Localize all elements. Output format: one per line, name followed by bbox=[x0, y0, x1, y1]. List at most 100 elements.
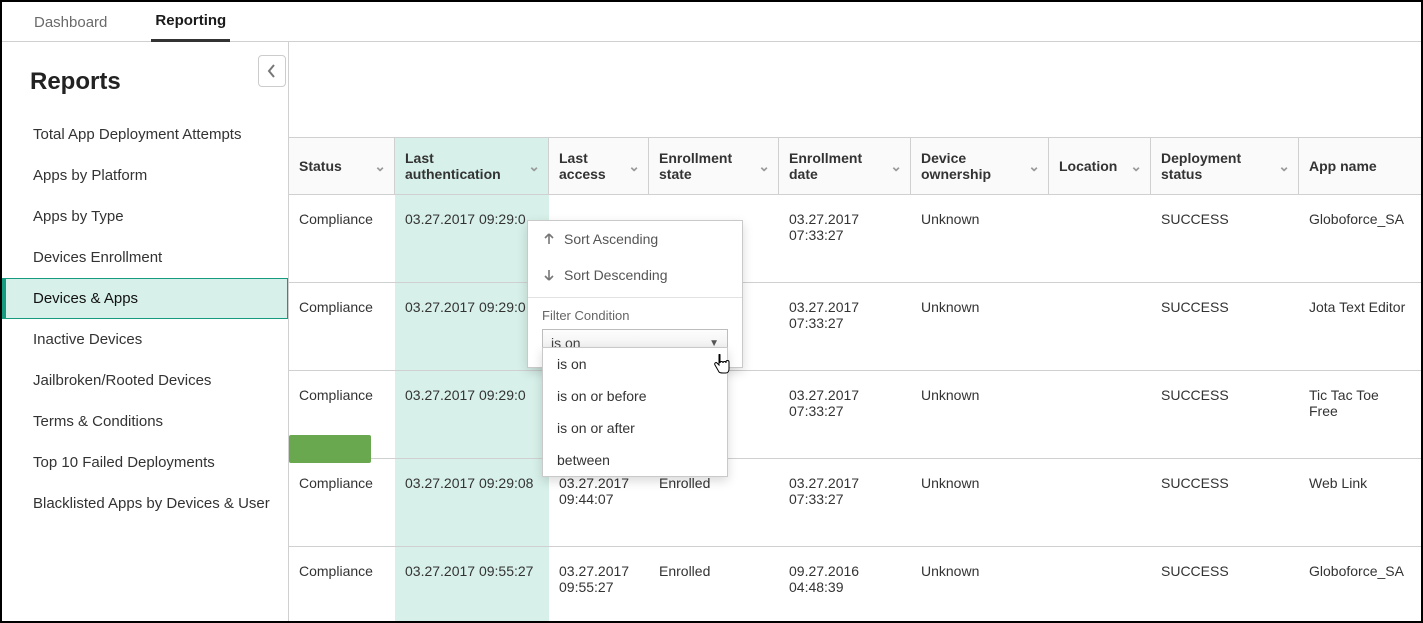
filter-option-is-on[interactable]: is on bbox=[543, 348, 727, 380]
col-header-deployment-status[interactable]: Deployment status⌄ bbox=[1151, 138, 1299, 194]
filter-option-is-on-or-before[interactable]: is on or before bbox=[543, 380, 727, 412]
cell-device-ownership: Unknown bbox=[911, 283, 1049, 370]
table-row: Compliance 03.27.2017 09:29:08 03.27.201… bbox=[289, 459, 1421, 547]
column-filter-popup: Sort Ascending Sort Descending Filter Co… bbox=[527, 220, 743, 368]
sidebar-item-devices-enrollment[interactable]: Devices Enrollment bbox=[2, 237, 288, 278]
chevron-down-icon: ⌄ bbox=[628, 158, 640, 175]
arrow-down-icon bbox=[542, 268, 556, 282]
report-table: Status⌄ Last authentication⌄ Last access… bbox=[289, 137, 1421, 621]
col-header-label: Deployment status bbox=[1161, 150, 1278, 182]
cell-last-authentication: 03.27.2017 09:29:08 bbox=[395, 459, 549, 546]
cell-device-ownership: Unknown bbox=[911, 371, 1049, 458]
sidebar-item-apps-by-type[interactable]: Apps by Type bbox=[2, 196, 288, 237]
sidebar-item-total-app-deployment-attempts[interactable]: Total App Deployment Attempts bbox=[2, 114, 288, 155]
cell-enrollment-date: 03.27.2017 07:33:27 bbox=[779, 459, 911, 546]
col-header-label: Last access bbox=[559, 150, 628, 182]
sidebar-item-apps-by-platform[interactable]: Apps by Platform bbox=[2, 155, 288, 196]
cell-enrollment-date: 03.27.2017 07:33:27 bbox=[779, 283, 911, 370]
col-header-label: Last authentication bbox=[405, 150, 528, 182]
cell-status: Compliance bbox=[289, 195, 395, 282]
cell-app-name: Web Link bbox=[1299, 459, 1417, 546]
sidebar-item-inactive-devices[interactable]: Inactive Devices bbox=[2, 319, 288, 360]
sidebar-item-blacklisted-apps[interactable]: Blacklisted Apps by Devices & User bbox=[2, 483, 288, 524]
cell-deployment-status: SUCCESS bbox=[1151, 195, 1299, 282]
table-row: Compliance 03.27.2017 09:55:27 03.27.201… bbox=[289, 547, 1421, 621]
filter-condition-label: Filter Condition bbox=[528, 298, 742, 329]
chevron-down-icon: ⌄ bbox=[1130, 158, 1142, 175]
cell-device-ownership: Unknown bbox=[911, 459, 1049, 546]
sort-descending-item[interactable]: Sort Descending bbox=[528, 257, 742, 293]
cell-deployment-status: SUCCESS bbox=[1151, 547, 1299, 621]
cell-device-ownership: Unknown bbox=[911, 547, 1049, 621]
col-header-label: Location bbox=[1059, 158, 1117, 174]
cell-enrollment-state: Enrolled bbox=[649, 547, 779, 621]
table-header-row: Status⌄ Last authentication⌄ Last access… bbox=[289, 137, 1421, 195]
arrow-up-icon bbox=[542, 232, 556, 246]
col-header-label: Enrollment date bbox=[789, 150, 890, 182]
sidebar-item-jailbroken-rooted-devices[interactable]: Jailbroken/Rooted Devices bbox=[2, 360, 288, 401]
cell-deployment-status: SUCCESS bbox=[1151, 459, 1299, 546]
cell-deployment-status: SUCCESS bbox=[1151, 283, 1299, 370]
filter-option-is-on-or-after[interactable]: is on or after bbox=[543, 412, 727, 444]
tab-reporting[interactable]: Reporting bbox=[151, 2, 230, 42]
cell-last-authentication: 03.27.2017 09:55:27 bbox=[395, 547, 549, 621]
cell-last-authentication: 03.27.2017 09:29:0 bbox=[395, 283, 549, 370]
cell-location bbox=[1049, 547, 1151, 621]
cell-enrollment-date: 09.27.2016 04:48:39 bbox=[779, 547, 911, 621]
col-header-status[interactable]: Status ⌄ bbox=[289, 138, 395, 194]
col-header-location[interactable]: Location ⌄ bbox=[1049, 138, 1151, 194]
col-header-last-access[interactable]: Last access⌄ bbox=[549, 138, 649, 194]
cell-location bbox=[1049, 195, 1151, 282]
table-row: Compliance 03.27.2017 09:29:0 03.27.2017… bbox=[289, 283, 1421, 371]
cell-deployment-status: SUCCESS bbox=[1151, 371, 1299, 458]
cell-status: Compliance bbox=[289, 283, 395, 370]
cell-last-access: 03.27.2017 09:55:27 bbox=[549, 547, 649, 621]
col-header-enrollment-state[interactable]: Enrollment state⌄ bbox=[649, 138, 779, 194]
cell-app-name: Globoforce_SA bbox=[1299, 547, 1417, 621]
cell-last-authentication: 03.27.2017 09:29:0 bbox=[395, 371, 549, 458]
col-header-enrollment-date[interactable]: Enrollment date⌄ bbox=[779, 138, 911, 194]
cell-device-ownership: Unknown bbox=[911, 195, 1049, 282]
sidebar-item-top-10-failed-deployments[interactable]: Top 10 Failed Deployments bbox=[2, 442, 288, 483]
chevron-left-icon bbox=[266, 64, 278, 78]
table-body: Compliance 03.27.2017 09:29:0 03.27.2017… bbox=[289, 195, 1421, 621]
cell-status: Compliance bbox=[289, 459, 395, 546]
chevron-down-icon: ⌄ bbox=[1278, 158, 1290, 175]
chevron-down-icon: ⌄ bbox=[374, 158, 386, 175]
collapse-sidebar-button[interactable] bbox=[258, 55, 286, 87]
filter-option-between[interactable]: between bbox=[543, 444, 727, 476]
chevron-down-icon: ⌄ bbox=[528, 158, 540, 175]
col-header-app-name[interactable]: App name bbox=[1299, 138, 1417, 194]
cell-app-name: Tic Tac Toe Free bbox=[1299, 371, 1417, 458]
cell-status: Compliance bbox=[289, 547, 395, 621]
col-header-label: Enrollment state bbox=[659, 150, 758, 182]
col-header-device-ownership[interactable]: Device ownership⌄ bbox=[911, 138, 1049, 194]
cell-last-authentication: 03.27.2017 09:29:0 bbox=[395, 195, 549, 282]
cell-enrollment-date: 03.27.2017 07:33:27 bbox=[779, 195, 911, 282]
sidebar-item-devices-and-apps[interactable]: Devices & Apps bbox=[2, 278, 288, 319]
filter-condition-dropdown: is on is on or before is on or after bet… bbox=[542, 347, 728, 477]
chevron-down-icon: ⌄ bbox=[890, 158, 902, 175]
apply-filter-button[interactable] bbox=[289, 435, 371, 463]
sort-ascending-item[interactable]: Sort Ascending bbox=[528, 221, 742, 257]
table-row: Compliance 03.27.2017 09:29:0 03.27.2017… bbox=[289, 195, 1421, 283]
top-tabs: Dashboard Reporting bbox=[2, 2, 1421, 42]
sort-descending-label: Sort Descending bbox=[564, 267, 668, 283]
sidebar-item-terms-and-conditions[interactable]: Terms & Conditions bbox=[2, 401, 288, 442]
cell-app-name: Globoforce_SA bbox=[1299, 195, 1417, 282]
col-header-label: Status bbox=[299, 158, 342, 174]
cell-location bbox=[1049, 459, 1151, 546]
col-header-last-authentication[interactable]: Last authentication⌄ bbox=[395, 138, 549, 194]
col-header-label: Device ownership bbox=[921, 150, 1028, 182]
sidebar-title: Reports bbox=[2, 68, 288, 114]
cell-app-name: Jota Text Editor bbox=[1299, 283, 1417, 370]
table-row: Compliance 03.27.2017 09:29:0 03.27.2017… bbox=[289, 371, 1421, 459]
tab-dashboard[interactable]: Dashboard bbox=[30, 4, 111, 41]
cell-enrollment-date: 03.27.2017 07:33:27 bbox=[779, 371, 911, 458]
sidebar: Reports Total App Deployment Attempts Ap… bbox=[2, 42, 288, 621]
main-panel: Status⌄ Last authentication⌄ Last access… bbox=[288, 42, 1421, 621]
cell-location bbox=[1049, 371, 1151, 458]
cell-location bbox=[1049, 283, 1151, 370]
chevron-down-icon: ⌄ bbox=[758, 158, 770, 175]
chevron-down-icon: ⌄ bbox=[1028, 158, 1040, 175]
